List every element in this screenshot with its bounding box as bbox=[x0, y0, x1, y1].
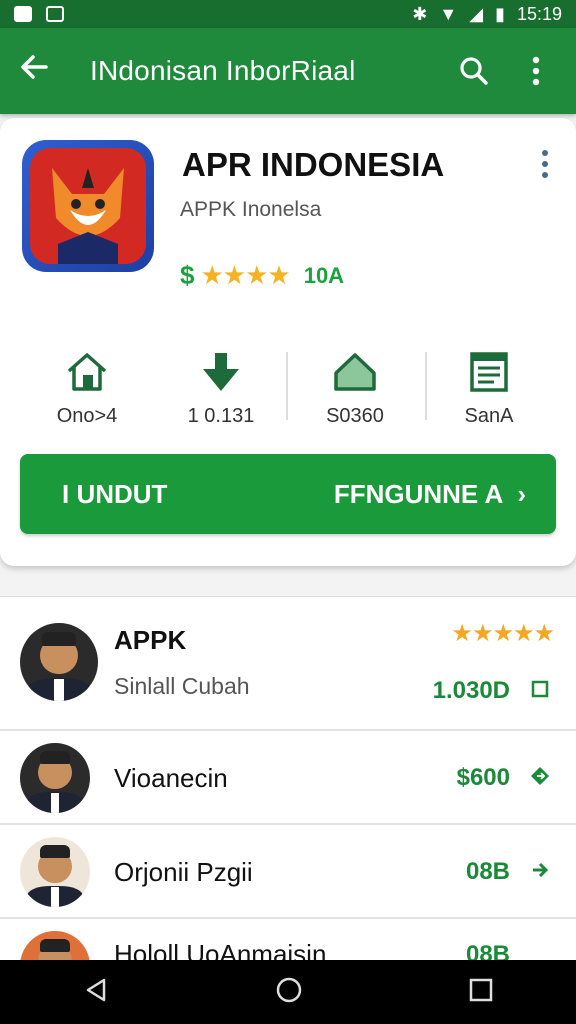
stat-label: Ono>4 bbox=[56, 405, 118, 427]
status-time: 15:19 bbox=[516, 3, 562, 24]
page-title: INdonisan InborRiaal bbox=[90, 55, 356, 86]
house-shape-icon bbox=[332, 348, 378, 395]
list-item[interactable]: Hololl UoAnmaisin 08B bbox=[0, 919, 576, 963]
list-item[interactable]: Orjonii Pzgii 08B bbox=[0, 825, 576, 919]
recents-nav-icon[interactable] bbox=[468, 977, 494, 1008]
list-item[interactable]: APPK Sinlall Cubah ★★★★★ 1.030D bbox=[0, 597, 576, 731]
list-item-name: APPK bbox=[114, 625, 187, 655]
home-nav-icon[interactable] bbox=[274, 975, 304, 1010]
list-item-value: 08B bbox=[465, 858, 510, 885]
divider bbox=[286, 352, 288, 420]
app-icon[interactable] bbox=[22, 140, 154, 272]
rating-stars: ★★★★★ bbox=[451, 620, 555, 647]
arrow-right-icon[interactable] bbox=[528, 858, 552, 882]
status-bar: ✱ ▼ ◢ ▮ 15:19 bbox=[0, 0, 576, 28]
app-more-icon[interactable] bbox=[540, 150, 550, 182]
stat-item: Ono>4 bbox=[20, 348, 154, 428]
stat-label: 1 0.131 bbox=[187, 405, 255, 427]
system-nav-bar bbox=[0, 960, 576, 1024]
rating-stars: ★★★★ bbox=[200, 260, 290, 290]
stat-label: S0360 bbox=[326, 405, 384, 427]
app-name: APR INDONESIA bbox=[182, 146, 445, 183]
price-value: 10A bbox=[303, 262, 345, 288]
battery-icon: ▮ bbox=[495, 3, 505, 24]
back-arrow-icon[interactable] bbox=[18, 51, 62, 92]
gallery-notification-icon bbox=[14, 6, 32, 22]
avatar bbox=[20, 623, 98, 701]
overflow-menu-icon[interactable] bbox=[514, 49, 558, 93]
install-label: I UNDUT bbox=[62, 478, 168, 509]
list-item-value: $600 bbox=[456, 764, 510, 791]
list-item-name: Orjonii Pzgii bbox=[114, 857, 253, 887]
list-item-name: Vioanecin bbox=[114, 763, 228, 793]
home-icon bbox=[64, 348, 110, 395]
list-item-subtitle: Sinlall Cubah bbox=[114, 673, 250, 699]
rating-price-row: $ ★★★★ 10A bbox=[180, 260, 344, 291]
download-arrow-icon bbox=[198, 348, 244, 395]
avatar bbox=[20, 743, 90, 813]
app-detail-card: APR INDONESIA APPK Inonelsa $ ★★★★ 10A O… bbox=[0, 118, 576, 566]
app-bar: INdonisan InborRiaal bbox=[0, 28, 576, 114]
wifi-icon: ▼ bbox=[439, 3, 458, 24]
chevron-right-icon: › bbox=[517, 478, 526, 509]
install-button[interactable]: I UNDUT FFNGUNNE A › bbox=[20, 454, 556, 534]
back-nav-icon[interactable] bbox=[82, 976, 110, 1009]
app-notification-icon bbox=[46, 6, 64, 22]
avatar bbox=[20, 931, 90, 963]
checkbox-icon[interactable] bbox=[528, 677, 552, 701]
stat-item: 1 0.131 bbox=[154, 348, 288, 428]
stat-item: S0360 bbox=[288, 348, 422, 428]
stats-row: Ono>4 1 0.131 S0360 SanA bbox=[20, 348, 556, 428]
signal-icon: ◢ bbox=[469, 3, 484, 24]
stat-item: SanA bbox=[422, 348, 556, 428]
search-icon[interactable] bbox=[452, 49, 496, 93]
list-item-value: 1.030D bbox=[432, 677, 510, 704]
install-secondary-label: FFNGUNNE A bbox=[333, 478, 504, 509]
document-icon bbox=[466, 348, 512, 395]
divider bbox=[425, 352, 427, 420]
currency-icon: $ bbox=[180, 260, 195, 290]
list-item[interactable]: Vioanecin $600 bbox=[0, 731, 576, 825]
stat-label: SanA bbox=[464, 405, 514, 427]
developer-list: APPK Sinlall Cubah ★★★★★ 1.030D Vioaneci… bbox=[0, 596, 576, 963]
diamond-arrow-icon[interactable] bbox=[528, 764, 552, 788]
app-subtitle: APPK Inonelsa bbox=[180, 198, 322, 221]
avatar bbox=[20, 837, 90, 907]
bluetooth-icon: ✱ bbox=[412, 3, 428, 24]
